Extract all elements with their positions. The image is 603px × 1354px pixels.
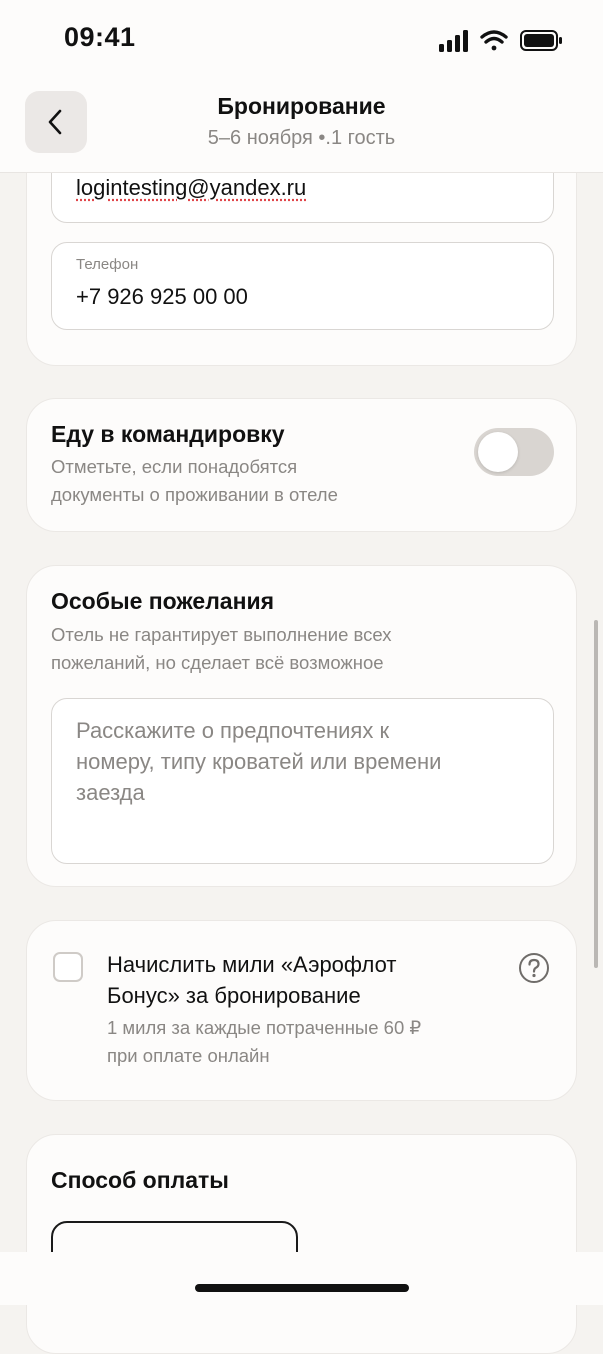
status-time: 09:41 (64, 22, 136, 52)
status-bar: 09:41 (0, 0, 603, 80)
business-trip-title: Еду в командировку (51, 421, 285, 447)
signal-icon (439, 30, 468, 52)
booking-dates-guests: 5–6 ноября •.1 гость (207, 127, 396, 149)
special-requests-description: Отель не гарантирует выполнение всех пож… (51, 624, 392, 673)
miles-checkbox[interactable] (53, 952, 83, 982)
special-requests-title: Особые пожелания (51, 588, 275, 614)
status-icons (439, 28, 563, 59)
aeroflot-miles-card: Начислить мили «Аэрофлот Бонус» за брони… (26, 920, 577, 1101)
home-indicator[interactable] (195, 1284, 409, 1292)
phone-value: +7 926 925 00 00 (76, 284, 248, 309)
payment-method-title: Способ оплаты (51, 1167, 229, 1193)
payment-method-card: Способ оплаты (26, 1134, 577, 1354)
special-requests-card: Особые пожелания Отель не гарантирует вы… (26, 565, 577, 887)
home-indicator-area (0, 1252, 603, 1305)
scrollbar[interactable] (594, 620, 598, 968)
battery-icon (520, 30, 562, 51)
business-trip-description: Отметьте, если понадобятся документы о п… (51, 456, 338, 505)
toggle-knob (478, 432, 518, 472)
email-value: logintesting@yandex.ru (76, 175, 307, 200)
page-title: Бронирование (217, 93, 386, 119)
special-requests-placeholder: Расскажите о предпочтениях к номеру, тип… (76, 718, 442, 805)
question-circle-icon[interactable] (518, 952, 550, 989)
business-trip-card: Еду в командировку Отметьте, если понадо… (26, 398, 577, 532)
phone-label: Телефон (76, 256, 139, 273)
wifi-icon (480, 30, 508, 51)
miles-description: 1 миля за каждые потраченные 60 ₽ при оп… (107, 1017, 422, 1066)
special-requests-textarea[interactable]: Расскажите о предпочтениях к номеру, тип… (51, 698, 554, 864)
miles-title: Начислить мили «Аэрофлот Бонус» за брони… (107, 952, 397, 1008)
business-trip-toggle[interactable] (474, 428, 554, 476)
navigation-header: Бронирование 5–6 ноября •.1 гость (0, 80, 603, 173)
phone-field[interactable]: Телефон +7 926 925 00 00 (51, 242, 554, 330)
